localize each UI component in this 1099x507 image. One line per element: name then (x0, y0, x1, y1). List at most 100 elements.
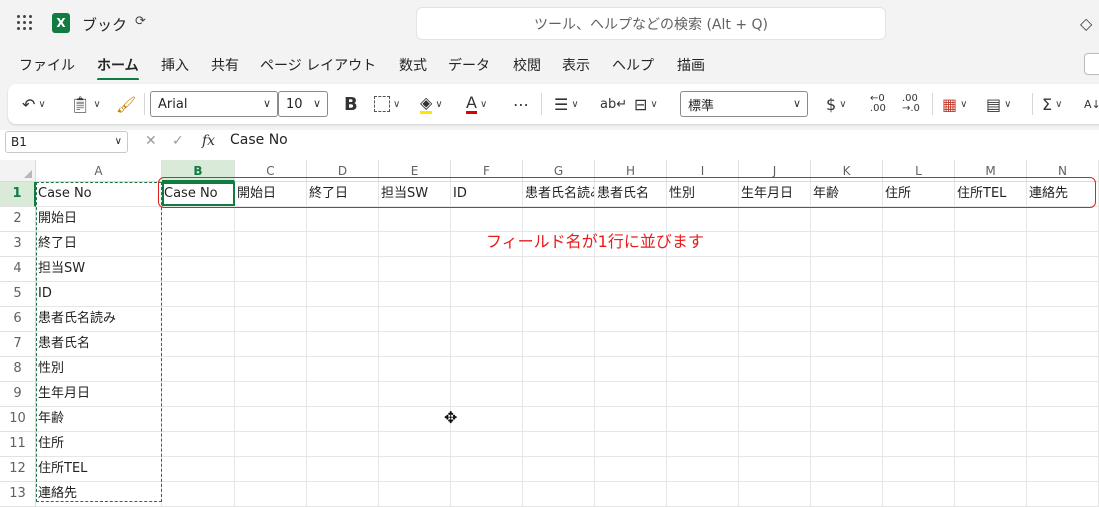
cell-d12[interactable] (307, 457, 379, 482)
cell-c12[interactable] (235, 457, 307, 482)
fill-color-button[interactable]: ◈ ∨ (420, 84, 443, 124)
cell-e6[interactable] (379, 307, 451, 332)
cell-e2[interactable] (379, 207, 451, 232)
column-header-c[interactable]: C (235, 160, 307, 182)
cell-n8[interactable] (1027, 357, 1099, 382)
cell-a11[interactable]: 住所 (36, 432, 162, 457)
cell-k12[interactable] (811, 457, 883, 482)
cell-i7[interactable] (667, 332, 739, 357)
cell-k2[interactable] (811, 207, 883, 232)
cell-e8[interactable] (379, 357, 451, 382)
cell-f13[interactable] (451, 482, 523, 507)
cell-g1[interactable]: 患者氏名読み (523, 182, 595, 207)
row-header-2[interactable]: 2 (0, 207, 36, 232)
cell-l9[interactable] (883, 382, 955, 407)
cell-n7[interactable] (1027, 332, 1099, 357)
cell-n4[interactable] (1027, 257, 1099, 282)
cell-e13[interactable] (379, 482, 451, 507)
cell-c3[interactable] (235, 232, 307, 257)
cell-h5[interactable] (595, 282, 667, 307)
cell-h6[interactable] (595, 307, 667, 332)
cell-d6[interactable] (307, 307, 379, 332)
paste-button[interactable]: 📋︎ ∨ (70, 84, 101, 124)
cell-l7[interactable] (883, 332, 955, 357)
undo-button[interactable]: ↶ ∨ (22, 84, 46, 124)
row-header-5[interactable]: 5 (0, 282, 36, 307)
cell-n11[interactable] (1027, 432, 1099, 457)
cell-f12[interactable] (451, 457, 523, 482)
cell-g12[interactable] (523, 457, 595, 482)
borders-button[interactable]: ∨ (374, 84, 400, 124)
cell-l5[interactable] (883, 282, 955, 307)
cell-a9[interactable]: 生年月日 (36, 382, 162, 407)
cell-f11[interactable] (451, 432, 523, 457)
cell-k4[interactable] (811, 257, 883, 282)
cell-l12[interactable] (883, 457, 955, 482)
cell-d13[interactable] (307, 482, 379, 507)
cell-g13[interactable] (523, 482, 595, 507)
cell-i11[interactable] (667, 432, 739, 457)
cell-a10[interactable]: 年齢 (36, 407, 162, 432)
column-header-d[interactable]: D (307, 160, 379, 182)
tab-home[interactable]: ホーム (97, 55, 139, 81)
column-header-g[interactable]: G (523, 160, 595, 182)
cell-h12[interactable] (595, 457, 667, 482)
cell-m5[interactable] (955, 282, 1027, 307)
cell-c2[interactable] (235, 207, 307, 232)
cell-a12[interactable]: 住所TEL (36, 457, 162, 482)
cell-f6[interactable] (451, 307, 523, 332)
cell-m10[interactable] (955, 407, 1027, 432)
row-header-8[interactable]: 8 (0, 357, 36, 382)
cell-i9[interactable] (667, 382, 739, 407)
cell-f4[interactable] (451, 257, 523, 282)
cell-a3[interactable]: 終了日 (36, 232, 162, 257)
cell-a4[interactable]: 担当SW (36, 257, 162, 282)
cell-m2[interactable] (955, 207, 1027, 232)
cell-d10[interactable] (307, 407, 379, 432)
cell-k9[interactable] (811, 382, 883, 407)
cell-j8[interactable] (739, 357, 811, 382)
cell-f10[interactable] (451, 407, 523, 432)
autosave-icon[interactable]: ⟳ (135, 14, 146, 29)
tab-share[interactable]: 共有 (211, 55, 239, 75)
cell-e12[interactable] (379, 457, 451, 482)
cell-i12[interactable] (667, 457, 739, 482)
cell-d4[interactable] (307, 257, 379, 282)
cell-k6[interactable] (811, 307, 883, 332)
cell-h8[interactable] (595, 357, 667, 382)
formula-input[interactable]: Case No (230, 132, 288, 148)
cell-d1[interactable]: 終了日 (307, 182, 379, 207)
cell-e5[interactable] (379, 282, 451, 307)
tab-data[interactable]: データ (448, 55, 490, 75)
select-all-button[interactable] (0, 160, 36, 182)
cell-d11[interactable] (307, 432, 379, 457)
cell-m7[interactable] (955, 332, 1027, 357)
cell-e10[interactable] (379, 407, 451, 432)
cell-a5[interactable]: ID (36, 282, 162, 307)
cell-j1[interactable]: 生年月日 (739, 182, 811, 207)
cell-h9[interactable] (595, 382, 667, 407)
cell-k5[interactable] (811, 282, 883, 307)
tab-review[interactable]: 校閲 (513, 55, 541, 75)
cell-k10[interactable] (811, 407, 883, 432)
cell-e7[interactable] (379, 332, 451, 357)
format-table-button[interactable]: ▤ ∨ (986, 84, 1011, 124)
column-header-m[interactable]: M (955, 160, 1027, 182)
row-header-12[interactable]: 12 (0, 457, 36, 482)
tab-page-layout[interactable]: ページ レイアウト (260, 55, 376, 75)
cell-e4[interactable] (379, 257, 451, 282)
cell-l11[interactable] (883, 432, 955, 457)
name-box[interactable]: B1 ∨ (5, 131, 128, 153)
font-size-select[interactable]: 10 ∨ (278, 91, 328, 117)
format-painter-button[interactable]: 🖌︎ (116, 84, 136, 124)
cell-b12[interactable] (162, 457, 235, 482)
column-header-e[interactable]: E (379, 160, 451, 182)
cell-g5[interactable] (523, 282, 595, 307)
cell-c11[interactable] (235, 432, 307, 457)
sort-button[interactable]: A↓ (1084, 84, 1099, 124)
bold-button[interactable]: B (344, 84, 358, 124)
column-header-j[interactable]: J (739, 160, 811, 182)
cell-c10[interactable] (235, 407, 307, 432)
cell-e11[interactable] (379, 432, 451, 457)
cell-f7[interactable] (451, 332, 523, 357)
